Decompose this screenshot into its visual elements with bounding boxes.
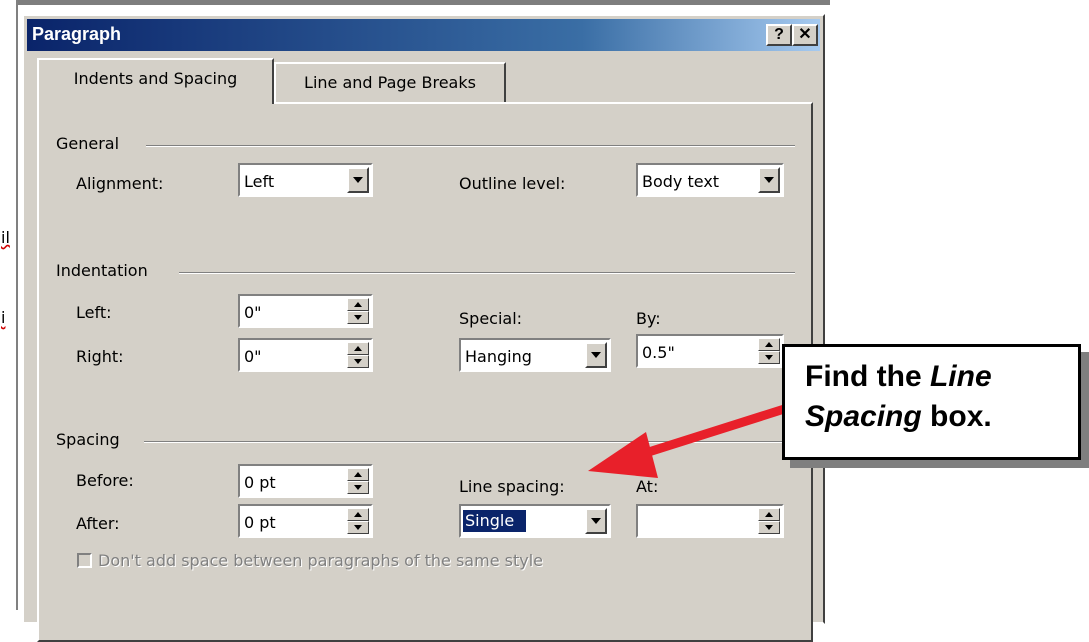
dialog-title: Paragraph — [32, 24, 122, 44]
at-label: At: — [636, 477, 659, 496]
alignment-label: Alignment: — [76, 174, 164, 193]
indent-right-label: Right: — [76, 347, 124, 366]
spin-buttons[interactable] — [347, 468, 369, 494]
spin-buttons[interactable] — [758, 338, 780, 364]
spin-buttons[interactable] — [758, 508, 780, 534]
special-label: Special: — [459, 309, 523, 328]
group-divider — [144, 441, 795, 443]
document-text-fragment: i — [1, 308, 6, 327]
group-divider — [179, 272, 795, 274]
spin-down-icon[interactable] — [347, 521, 369, 534]
by-spinner[interactable]: 0.5" — [636, 334, 784, 368]
help-button[interactable]: ? — [766, 24, 792, 46]
chevron-down-icon[interactable] — [585, 342, 607, 368]
callout-text-italic: Spacing — [805, 400, 922, 433]
title-bar: Paragraph ? ✕ — [27, 19, 820, 51]
document-text-fragment: il — [1, 228, 10, 247]
spacing-before-value: 0 pt — [244, 473, 276, 492]
spacing-before-label: Before: — [76, 471, 134, 490]
spin-up-icon[interactable] — [347, 508, 369, 521]
tab-line-and-page-breaks[interactable]: Line and Page Breaks — [274, 62, 506, 104]
line-spacing-value: Single — [461, 509, 528, 533]
callout-text-part: Find the — [805, 360, 930, 393]
document-border — [16, 0, 18, 610]
spin-up-icon[interactable] — [758, 338, 780, 351]
spin-up-icon[interactable] — [347, 298, 369, 311]
spacing-after-label: After: — [76, 514, 120, 533]
alignment-select[interactable]: Left — [238, 163, 373, 197]
outline-level-value: Body text — [642, 172, 720, 191]
spin-down-icon[interactable] — [758, 521, 780, 534]
by-value: 0.5" — [642, 343, 675, 362]
document-area — [0, 0, 16, 610]
callout-text-part: box. — [921, 400, 992, 433]
spacing-after-value: 0 pt — [244, 513, 276, 532]
tab-label: Line and Page Breaks — [304, 73, 476, 92]
spacing-after-spinner[interactable]: 0 pt — [238, 504, 373, 538]
indent-left-value: 0" — [244, 303, 262, 322]
group-title-general: General — [56, 134, 120, 153]
line-spacing-select[interactable]: Single — [459, 504, 611, 538]
background-window-edge — [0, 0, 830, 5]
indent-left-spinner[interactable]: 0" — [238, 294, 373, 328]
special-select[interactable]: Hanging — [459, 338, 611, 372]
chevron-down-icon[interactable] — [585, 508, 607, 534]
outline-level-select[interactable]: Body text — [636, 163, 784, 197]
spin-down-icon[interactable] — [347, 481, 369, 494]
group-title-indentation: Indentation — [56, 261, 148, 280]
alignment-value: Left — [244, 172, 275, 191]
paragraph-dialog: Paragraph ? ✕ Indents and Spacing Line a… — [22, 14, 825, 642]
outline-level-label: Outline level: — [459, 174, 566, 193]
spin-buttons[interactable] — [347, 508, 369, 534]
close-button[interactable]: ✕ — [792, 24, 818, 46]
spin-buttons[interactable] — [347, 298, 369, 324]
indent-left-label: Left: — [76, 303, 112, 322]
no-space-label: Don't add space between paragraphs of th… — [98, 551, 543, 570]
by-label: By: — [636, 309, 661, 328]
spacing-before-spinner[interactable]: 0 pt — [238, 464, 373, 498]
group-title-spacing: Spacing — [56, 430, 120, 449]
spin-buttons[interactable] — [347, 342, 369, 368]
tab-panel: General Alignment: Left Outline level: B… — [37, 102, 813, 642]
indent-right-value: 0" — [244, 347, 262, 366]
spin-down-icon[interactable] — [347, 311, 369, 324]
chevron-down-icon[interactable] — [758, 167, 780, 193]
spin-up-icon[interactable] — [347, 342, 369, 355]
spin-down-icon[interactable] — [347, 355, 369, 368]
special-value: Hanging — [465, 347, 532, 366]
callout-text-italic: Line — [929, 360, 992, 393]
spin-up-icon[interactable] — [347, 468, 369, 481]
at-spinner[interactable] — [636, 504, 784, 538]
no-space-checkbox[interactable] — [77, 553, 92, 568]
spin-down-icon[interactable] — [758, 351, 780, 364]
tab-indents-and-spacing[interactable]: Indents and Spacing — [37, 58, 274, 104]
group-divider — [146, 145, 795, 147]
indent-right-spinner[interactable]: 0" — [238, 338, 373, 372]
callout-text: Find the Line Spacing box. — [805, 357, 992, 437]
spin-up-icon[interactable] — [758, 508, 780, 521]
chevron-down-icon[interactable] — [347, 167, 369, 193]
tab-label: Indents and Spacing — [73, 69, 238, 88]
line-spacing-label: Line spacing: — [459, 477, 565, 496]
annotation-callout: Find the Line Spacing box. — [782, 344, 1081, 460]
